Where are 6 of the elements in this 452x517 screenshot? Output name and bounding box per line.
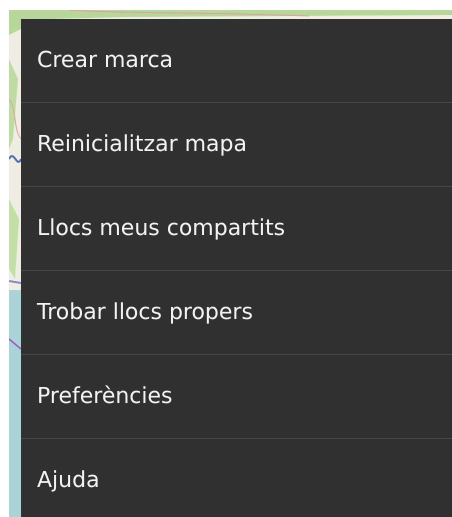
menu-item[interactable]: Reinicialitzar mapa bbox=[21, 103, 452, 187]
menu-item[interactable]: Crear marca bbox=[21, 19, 452, 103]
menu-item[interactable]: Ajuda bbox=[21, 439, 452, 517]
menu-item[interactable]: Preferències bbox=[21, 355, 452, 439]
menu-item[interactable]: Llocs meus compartits bbox=[21, 187, 452, 271]
menu-item[interactable]: Trobar llocs propers bbox=[21, 271, 452, 355]
